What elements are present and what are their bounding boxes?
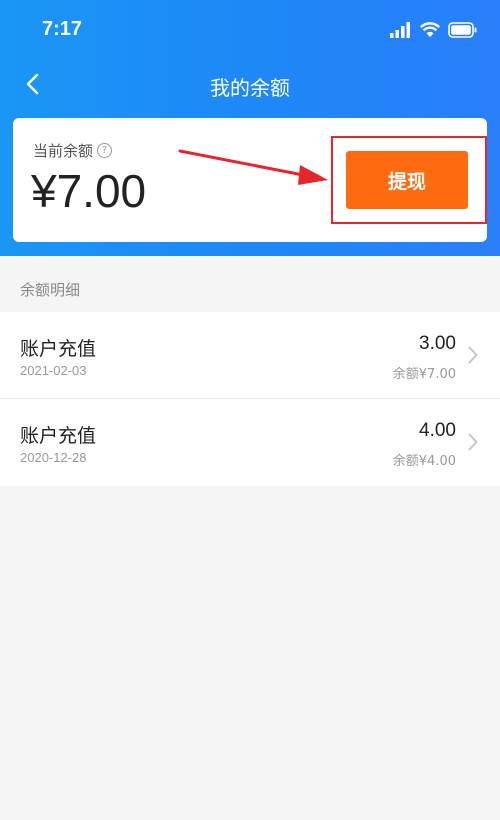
section-title: 余额明细 [20,281,81,299]
record-balance: 余额¥7.00 [392,367,456,382]
record-amount: 4.00 [419,420,456,441]
status-bar: 7:17 [0,0,500,60]
withdraw-button[interactable]: 提现 [346,151,468,209]
section-header: 余额明细 [0,256,500,312]
balance-amount: ¥7.00 [31,165,147,217]
annotation-arrow [178,149,328,185]
record-balance: 余额¥4.00 [392,454,456,469]
record-date: 2021-02-03 [20,363,87,378]
status-time: 7:17 [42,18,83,40]
help-icon[interactable]: ? [97,143,113,158]
record-list: 账户充值 2021-02-03 3.00 余额¥7.00 账户充值 2020-1… [0,312,500,486]
status-icons [390,20,478,40]
nav-bar: 我的余额 [0,60,500,110]
chevron-right-icon [468,433,478,451]
battery-icon [448,22,477,38]
signal-icon [390,22,410,38]
balance-label-row: 当前余额 ? [33,140,113,161]
balance-card: 当前余额 ? ¥7.00 提现 [13,118,487,242]
record-row[interactable]: 账户充值 2021-02-03 3.00 余额¥7.00 [0,312,500,399]
balance-label: 当前余额 [33,142,94,160]
wifi-icon [420,22,440,37]
record-amount: 3.00 [419,333,456,354]
record-date: 2020-12-28 [20,450,87,465]
record-title: 账户充值 [20,338,97,360]
chevron-right-icon [468,346,478,364]
record-row[interactable]: 账户充值 2020-12-28 4.00 余额¥4.00 [0,399,500,486]
record-title: 账户充值 [20,425,97,447]
page-title: 我的余额 [210,76,290,100]
